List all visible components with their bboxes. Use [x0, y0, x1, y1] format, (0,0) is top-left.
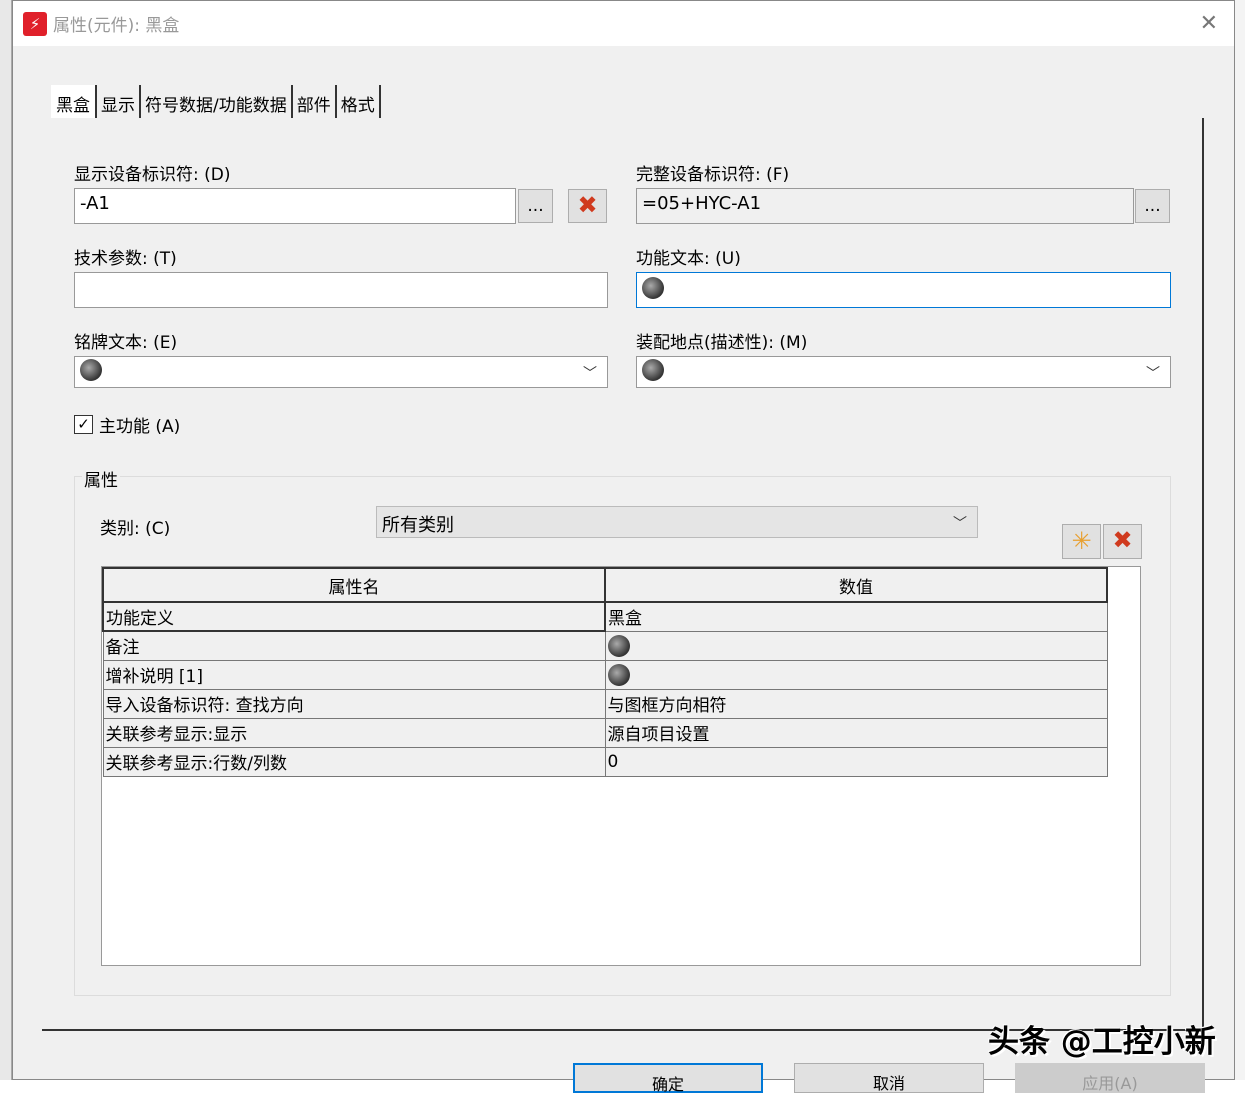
window-title: 属性(元件): 黑盒	[53, 11, 179, 36]
table-row[interactable]: 导入设备标识符: 查找方向与图框方向相符	[103, 689, 1107, 718]
tab-black-box[interactable]: 黑盒	[51, 85, 97, 119]
property-name[interactable]: 增补说明 [1]	[103, 660, 605, 689]
table-row[interactable]: 备注	[103, 631, 1107, 660]
globe-icon	[642, 277, 664, 299]
full-id-input[interactable]: =05+HYC-A1	[636, 188, 1134, 224]
table-row[interactable]: 关联参考显示:显示源自项目设置	[103, 718, 1107, 747]
display-id-label: 显示设备标识符: (D)	[74, 160, 231, 185]
watermark: 头条 @工控小新	[988, 1016, 1216, 1061]
full-id-label: 完整设备标识符: (F)	[636, 160, 789, 185]
property-value[interactable]	[605, 631, 1107, 660]
checkbox-check-icon[interactable]: ✓	[74, 415, 93, 434]
category-value: 所有类别	[382, 515, 454, 536]
full-id-browse-button[interactable]: ...	[1135, 189, 1170, 223]
property-name[interactable]: 功能定义	[103, 602, 605, 631]
properties-group-label: 属性	[82, 466, 120, 491]
display-id-delete-button[interactable]: ✖	[568, 189, 607, 223]
mount-location-select[interactable]: ﹀	[636, 356, 1171, 388]
tab-symbol-data[interactable]: 符号数据/功能数据	[141, 85, 293, 118]
globe-icon	[80, 359, 102, 381]
delete-property-button[interactable]: ✖	[1103, 524, 1142, 559]
properties-dialog: ⚡ 属性(元件): 黑盒 ✕ 黑盒 显示 符号数据/功能数据 部件 格式 显示设…	[12, 0, 1235, 1080]
main-function-checkbox[interactable]: ✓ 主功能 (A)	[74, 412, 180, 437]
display-id-browse-button[interactable]: ...	[518, 189, 553, 223]
nameplate-select[interactable]: ﹀	[74, 356, 608, 388]
table-row[interactable]: 增补说明 [1]	[103, 660, 1107, 689]
display-id-input[interactable]: -A1	[74, 188, 516, 224]
nameplate-label: 铭牌文本: (E)	[74, 328, 177, 353]
globe-icon	[608, 635, 630, 657]
function-text-label: 功能文本: (U)	[636, 244, 741, 269]
globe-icon	[642, 359, 664, 381]
main-function-label: 主功能 (A)	[99, 412, 180, 437]
category-label: 类别: (C)	[100, 514, 170, 539]
tech-params-label: 技术参数: (T)	[74, 244, 177, 269]
mount-location-label: 装配地点(描述性): (M)	[636, 328, 807, 353]
tab-parts[interactable]: 部件	[293, 85, 337, 118]
globe-icon	[608, 664, 630, 686]
chevron-down-icon: ﹀	[953, 513, 967, 533]
background-window-right	[1235, 0, 1245, 1080]
property-value[interactable]: 源自项目设置	[605, 718, 1107, 747]
app-logo-icon: ⚡	[23, 12, 47, 36]
tab-display[interactable]: 显示	[97, 85, 141, 118]
cancel-button[interactable]: 取消	[794, 1063, 984, 1093]
column-header-value[interactable]: 数值	[605, 568, 1107, 602]
category-select[interactable]: 所有类别 ﹀	[376, 506, 978, 538]
tab-format[interactable]: 格式	[337, 85, 381, 118]
property-value[interactable]	[605, 660, 1107, 689]
property-value[interactable]: 黑盒	[605, 602, 1107, 631]
properties-table: 属性名 数值 功能定义黑盒备注增补说明 [1]导入设备标识符: 查找方向与图框方…	[101, 566, 1141, 966]
tab-bar: 黑盒 显示 符号数据/功能数据 部件 格式	[51, 85, 381, 119]
property-value[interactable]: 与图框方向相符	[605, 689, 1107, 718]
tab-panel: 显示设备标识符: (D) -A1 ... ✖ 完整设备标识符: (F) =05+…	[42, 118, 1204, 1031]
chevron-down-icon: ﹀	[583, 363, 597, 383]
table-row[interactable]: 功能定义黑盒	[103, 602, 1107, 631]
property-value[interactable]: 0	[605, 747, 1107, 776]
tech-params-input[interactable]	[74, 272, 608, 308]
add-property-button[interactable]: ✳	[1062, 524, 1101, 559]
property-name[interactable]: 关联参考显示:显示	[103, 718, 605, 747]
table-row[interactable]: 关联参考显示:行数/列数0	[103, 747, 1107, 776]
function-text-input[interactable]	[636, 272, 1171, 308]
column-header-name[interactable]: 属性名	[103, 568, 605, 602]
property-name[interactable]: 备注	[103, 631, 605, 660]
property-name[interactable]: 导入设备标识符: 查找方向	[103, 689, 605, 718]
property-name[interactable]: 关联参考显示:行数/列数	[103, 747, 605, 776]
title-bar: ⚡ 属性(元件): 黑盒 ✕	[13, 1, 1234, 46]
chevron-down-icon: ﹀	[1146, 363, 1160, 383]
ok-button[interactable]: 确定	[573, 1063, 763, 1093]
apply-button[interactable]: 应用(A)	[1015, 1063, 1205, 1093]
background-window	[0, 0, 12, 1080]
close-icon[interactable]: ✕	[1200, 11, 1218, 36]
